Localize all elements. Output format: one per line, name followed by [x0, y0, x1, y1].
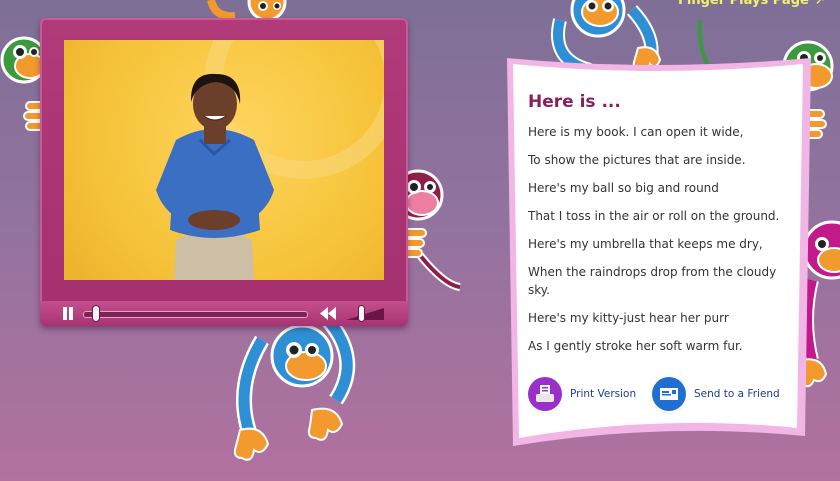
- poem-text: Here is my book. I can open it wide, To …: [528, 123, 790, 365]
- progress-track[interactable]: [83, 311, 308, 318]
- poem-line: As I gently stroke her soft warm fur.: [528, 339, 743, 353]
- progress-handle[interactable]: [93, 306, 100, 321]
- poem-line: Here is my book. I can open it wide,: [528, 125, 744, 139]
- volume-handle[interactable]: [359, 306, 364, 321]
- print-version-label: Print Version: [570, 388, 637, 400]
- pause-icon[interactable]: [62, 307, 74, 320]
- envelope-icon: [652, 377, 686, 411]
- poem-line: To show the pictures that are inside.: [528, 153, 746, 167]
- arrow-right-icon: ➚: [814, 0, 826, 8]
- poem-line: Here's my umbrella that keeps me dry,: [528, 237, 763, 251]
- video-player: [40, 18, 408, 326]
- monkey-blue-bottom: [233, 314, 356, 461]
- video-controls: [40, 301, 408, 326]
- poem-line: Here's my ball so big and round: [528, 181, 719, 195]
- presenter-image: [156, 40, 384, 280]
- poem-line: That I toss in the air or roll on the gr…: [528, 209, 780, 223]
- poem-title: Here is ...: [528, 92, 621, 112]
- printer-icon: [528, 377, 562, 411]
- finger-plays-page-label: Finger Plays Page: [678, 0, 809, 8]
- print-version-button[interactable]: Print Version: [528, 377, 636, 411]
- rewind-icon[interactable]: [320, 307, 336, 320]
- volume-icon[interactable]: [346, 308, 384, 320]
- poem-line: Here's my kitty-just hear her purr: [528, 311, 729, 325]
- send-to-friend-label: Send to a Friend: [694, 388, 780, 400]
- finger-plays-page-link[interactable]: Finger Plays Page ➚: [678, 0, 826, 8]
- poem-line: When the raindrops drop from the cloudy …: [528, 265, 777, 297]
- send-to-friend-button[interactable]: Send to a Friend: [652, 377, 780, 411]
- video-frame[interactable]: [64, 40, 384, 280]
- card-actions: Print Version Send to a Friend: [528, 377, 790, 413]
